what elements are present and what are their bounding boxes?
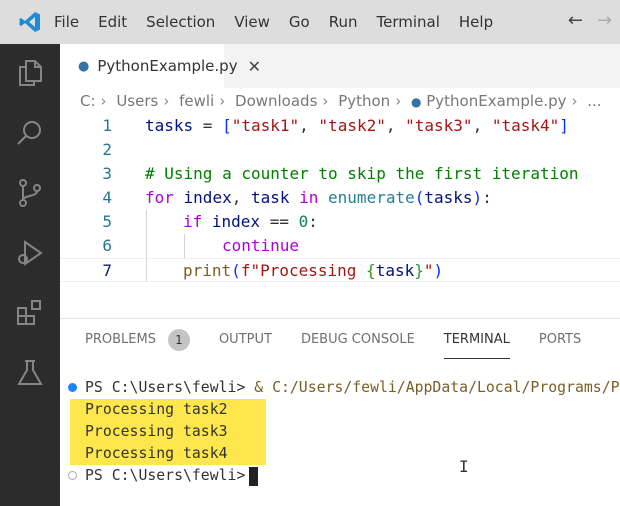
breadcrumb-item[interactable]: Python — [338, 92, 390, 110]
back-arrow-icon[interactable]: ← — [568, 10, 583, 31]
tab-problems[interactable]: PROBLEMS 1 — [85, 329, 190, 359]
tab-debug-console[interactable]: DEBUG CONSOLE — [301, 329, 415, 359]
code-line-current: 7 print(f"Processing {task}") — [60, 258, 620, 282]
forward-arrow-icon[interactable]: → — [597, 10, 612, 31]
menu-run[interactable]: Run — [329, 13, 358, 31]
python-file-icon: ● — [78, 58, 90, 74]
tab-python-example[interactable]: ● PythonExample.py ✕ — [60, 44, 261, 88]
run-debug-icon[interactable] — [15, 238, 45, 268]
breadcrumb-item[interactable]: C: — [80, 92, 96, 110]
menu-selection[interactable]: Selection — [146, 13, 215, 31]
editor-tab-bar: ● PythonExample.py ✕ — [60, 44, 620, 88]
tab-label: PythonExample.py — [97, 57, 238, 75]
extensions-icon[interactable] — [15, 298, 45, 328]
title-bar: File Edit Selection View Go Run Terminal… — [0, 0, 620, 44]
code-line: 6 continue — [102, 236, 300, 255]
close-icon[interactable]: ✕ — [248, 57, 261, 76]
terminal-output: Processing task2 — [85, 401, 228, 418]
command-pending-dot-icon — [68, 471, 77, 480]
code-line: 1 tasks = ["task1", "task2", "task3", "ta… — [102, 116, 569, 135]
terminal-line: PS C:\Users\fewli> & C:/Users/fewli/AppD… — [85, 379, 620, 396]
breadcrumb-item[interactable]: PythonExample.py — [426, 92, 566, 110]
menu-bar: File Edit Selection View Go Run Terminal… — [54, 13, 512, 31]
menu-file[interactable]: File — [54, 13, 79, 31]
problems-count-badge: 1 — [167, 329, 190, 351]
breadcrumb: C: › Users › fewli › Downloads › Python › ● P… — [80, 92, 602, 110]
menu-help[interactable]: Help — [459, 13, 493, 31]
tab-terminal[interactable]: TERMINAL — [443, 329, 510, 359]
chevron-right-icon: › — [100, 92, 107, 110]
menu-view[interactable]: View — [234, 13, 270, 31]
breadcrumb-item[interactable]: fewli — [179, 92, 214, 110]
code-editor[interactable]: 1 tasks = ["task1", "task2", "task3", "ta… — [60, 114, 620, 282]
testing-icon[interactable] — [15, 358, 45, 388]
menu-terminal[interactable]: Terminal — [377, 13, 440, 31]
command-success-dot-icon — [68, 383, 77, 392]
tab-ports[interactable]: PORTS — [539, 329, 581, 359]
chevron-right-icon: › — [163, 92, 170, 110]
tab-output[interactable]: OUTPUT — [219, 329, 272, 359]
chevron-right-icon: › — [322, 92, 329, 110]
vscode-logo-icon — [0, 10, 60, 34]
terminal-output: Processing task3 — [85, 423, 228, 440]
terminal-prompt: PS C:\Users\fewli> — [85, 465, 259, 487]
menu-edit[interactable]: Edit — [98, 13, 127, 31]
explorer-icon[interactable] — [15, 58, 45, 88]
search-icon[interactable] — [15, 118, 45, 148]
chevron-right-icon: › — [395, 92, 402, 110]
menu-go[interactable]: Go — [289, 13, 310, 31]
breadcrumb-item[interactable]: ... — [587, 92, 601, 110]
code-line: 3 # Using a counter to skip the first ite… — [102, 164, 579, 183]
code-line: 2 — [102, 140, 112, 159]
code-line: 4 for index, task in enumerate(tasks): — [102, 188, 492, 207]
text-cursor-icon: I — [459, 457, 469, 476]
terminal-cursor — [249, 466, 259, 486]
python-file-icon: ● — [410, 95, 422, 109]
activity-bar — [0, 44, 60, 506]
chevron-right-icon: › — [571, 92, 578, 110]
terminal-output: Processing task4 — [85, 445, 228, 462]
chevron-right-icon: › — [219, 92, 226, 110]
bottom-panel: PROBLEMS 1 OUTPUT DEBUG CONSOLE TERMINAL … — [60, 318, 620, 506]
code-line: 5 if index == 0: — [102, 212, 318, 231]
breadcrumb-item[interactable]: Downloads — [235, 92, 317, 110]
breadcrumb-item[interactable]: Users — [116, 92, 158, 110]
source-control-icon[interactable] — [15, 178, 45, 208]
